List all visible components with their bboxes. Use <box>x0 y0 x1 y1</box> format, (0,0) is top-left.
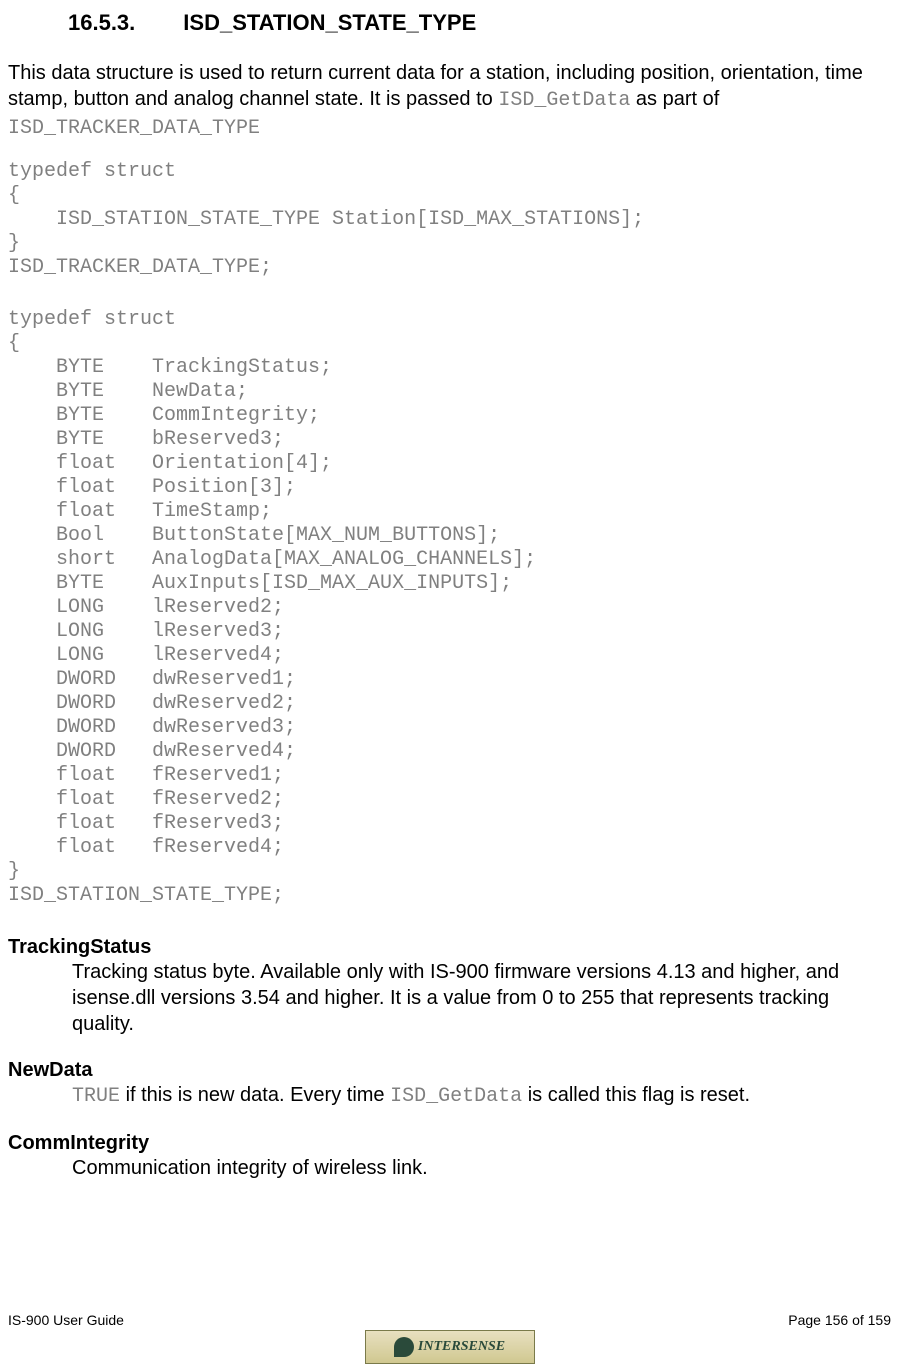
section-title: ISD_STATION_STATE_TYPE <box>183 10 476 35</box>
field-desc-tracking-status: Tracking status byte. Available only wit… <box>8 959 891 1037</box>
intersense-logo: INTERSENSE <box>365 1330 535 1364</box>
field-tracking-status: TrackingStatus Tracking status byte. Ava… <box>8 936 891 1037</box>
code-block-station-state: typedef struct { BYTE TrackingStatus; BY… <box>8 308 891 908</box>
new-data-text-1: if this is new data. Every time <box>120 1084 390 1106</box>
intro-paragraph: This data structure is used to return cu… <box>8 60 891 142</box>
code-inline-getdata-2: ISD_GetData <box>390 1085 522 1108</box>
field-name-comm-integrity: CommIntegrity <box>8 1132 891 1155</box>
code-inline-getdata: ISD_GetData <box>498 89 630 112</box>
code-inline-true: TRUE <box>72 1085 120 1108</box>
page-footer: IS-900 User Guide Page 156 of 159 <box>8 1312 891 1328</box>
new-data-text-2: is called this flag is reset. <box>522 1084 750 1106</box>
logo-text: INTERSENSE <box>418 1339 505 1355</box>
field-desc-new-data: TRUE if this is new data. Every time ISD… <box>8 1082 891 1110</box>
footer-right: Page 156 of 159 <box>788 1312 891 1328</box>
section-number: 16.5.3. <box>68 10 135 36</box>
footer-left: IS-900 User Guide <box>8 1312 124 1328</box>
field-name-new-data: NewData <box>8 1059 891 1082</box>
field-desc-comm-integrity: Communication integrity of wireless link… <box>8 1155 891 1181</box>
logo-icon <box>394 1337 414 1357</box>
code-inline-tracker-data-type: ISD_TRACKER_DATA_TYPE <box>8 117 260 140</box>
field-name-tracking-status: TrackingStatus <box>8 936 891 959</box>
intro-text-mid: as part of <box>630 88 719 110</box>
code-block-tracker-data: typedef struct { ISD_STATION_STATE_TYPE … <box>8 160 891 280</box>
section-heading: 16.5.3. ISD_STATION_STATE_TYPE <box>8 10 891 36</box>
intro-text-before: This data structure is used to return cu… <box>8 62 863 110</box>
field-comm-integrity: CommIntegrity Communication integrity of… <box>8 1132 891 1181</box>
field-new-data: NewData TRUE if this is new data. Every … <box>8 1059 891 1110</box>
